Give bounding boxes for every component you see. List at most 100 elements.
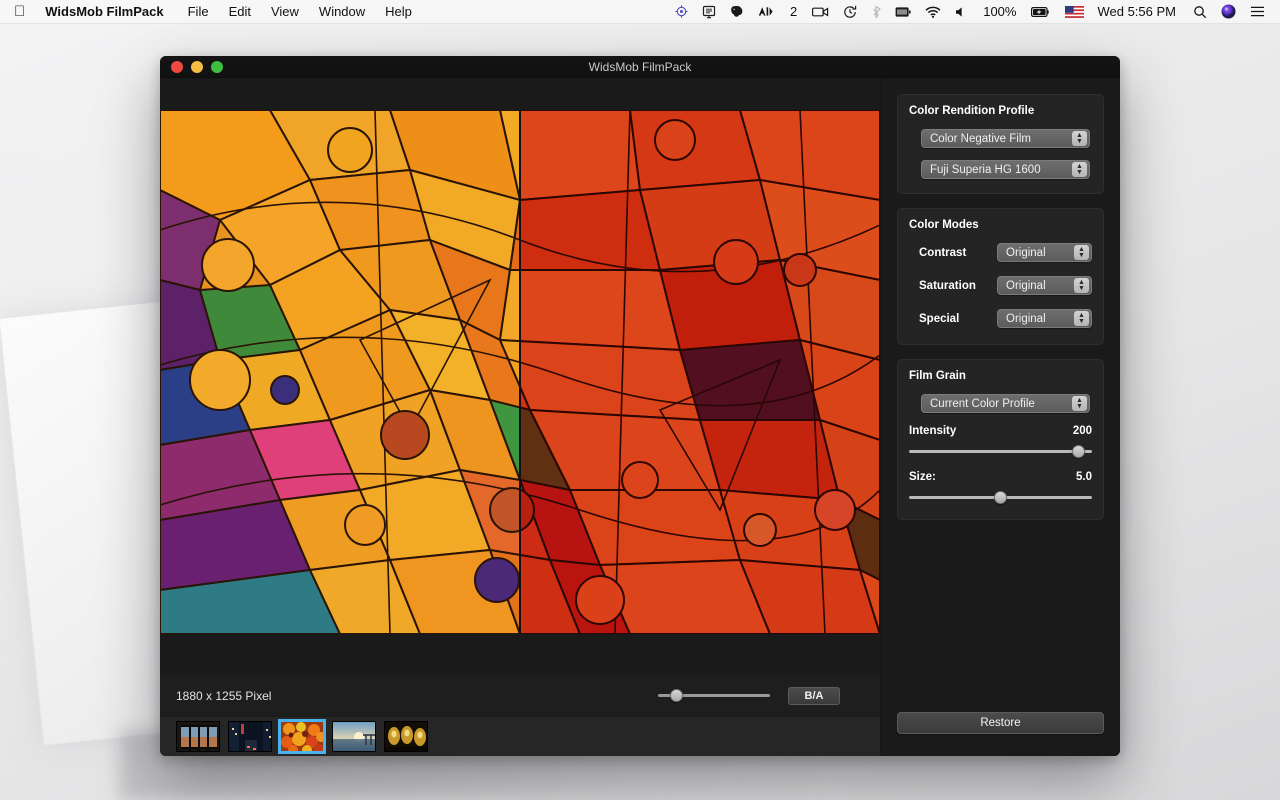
chevron-updown-icon[interactable]: ▲▼ [1074,245,1089,260]
color-modes-panel: Color Modes Contrast Original ▲▼ Saturat… [897,208,1104,345]
chevron-updown-icon[interactable]: ▲▼ [1074,311,1089,326]
intensity-value: 200 [1073,425,1092,437]
intensity-slider-knob[interactable] [1072,445,1085,458]
menu-item-help[interactable]: Help [375,0,422,24]
us-flag-icon[interactable] [1058,0,1091,24]
special-label: Special [909,313,997,325]
restore-button[interactable]: Restore [897,712,1104,734]
desktop:  WidsMob FilmPack File Edit View Window… [0,0,1280,800]
filmstrip [160,716,880,756]
before-after-toggle-button[interactable]: B/A [788,687,840,705]
thumbnail-golden-lanterns[interactable] [384,721,428,752]
film-category-dropdown[interactable]: Color Negative Film ▲▼ [921,129,1090,148]
battery-health-icon[interactable] [888,0,918,24]
minimize-button[interactable] [191,61,203,73]
bluetooth-icon[interactable] [864,0,888,24]
special-dropdown[interactable]: Original ▲▼ [997,309,1092,328]
notification-center-icon[interactable] [1243,0,1272,24]
window-traffic-lights [160,61,223,73]
evernote-elephant-icon[interactable] [723,0,751,24]
evernote-clipper-icon[interactable] [695,0,723,24]
size-value: 5.0 [1076,471,1092,483]
menu-item-file[interactable]: File [178,0,219,24]
special-row: Special Original ▲▼ [909,309,1092,328]
film-grain-title: Film Grain [909,370,1092,382]
intensity-slider[interactable] [909,443,1092,459]
color-rendition-panel: Color Rendition Profile Color Negative F… [897,94,1104,194]
screen-recorder-icon[interactable] [805,0,836,24]
film-profile-value: Fuji Superia HG 1600 [930,164,1041,176]
contrast-row: Contrast Original ▲▼ [909,243,1092,262]
saturation-value: Original [1006,280,1046,292]
apple-logo-icon[interactable]:  [0,0,37,24]
pixel-dimensions-label: 1880 x 1255 Pixel [176,689,271,703]
film-category-value: Color Negative Film [930,133,1031,145]
size-slider-knob[interactable] [994,491,1007,504]
window-body: 1880 x 1255 Pixel B/A [160,78,1120,756]
contrast-label: Contrast [909,247,997,259]
thumbnail-pier-sunset[interactable] [332,721,376,752]
sidebar-spacer [897,534,1104,712]
wifi-icon[interactable] [918,0,948,24]
film-grain-panel: Film Grain Current Color Profile ▲▼ Inte… [897,359,1104,520]
abstract-mosaic-artwork [160,110,520,634]
film-profile-dropdown[interactable]: Fuji Superia HG 1600 ▲▼ [921,160,1090,179]
battery-percent-label: 100% [975,0,1024,24]
special-value: Original [1006,313,1046,325]
menu-bar:  WidsMob FilmPack File Edit View Window… [0,0,1280,24]
menu-bar-left:  WidsMob FilmPack File Edit View Window… [0,0,422,24]
intensity-label: Intensity [909,425,956,437]
airmail-badge: 2 [782,0,805,24]
chevron-updown-icon[interactable]: ▲▼ [1072,396,1087,411]
siri-icon[interactable] [1214,0,1243,24]
zoom-controls: B/A [658,687,864,705]
window-title: WidsMob FilmPack [160,56,1120,78]
menu-item-view[interactable]: View [261,0,309,24]
search-icon[interactable] [1186,0,1214,24]
app-window: WidsMob FilmPack [160,56,1120,756]
grain-profile-dropdown[interactable]: Current Color Profile ▲▼ [921,394,1090,413]
saturation-label: Saturation [909,280,997,292]
menu-clock[interactable]: Wed 5:56 PM [1091,4,1186,19]
chevron-updown-icon[interactable]: ▲▼ [1072,131,1087,146]
contrast-value: Original [1006,247,1046,259]
color-modes-title: Color Modes [909,219,1092,231]
size-row: Size: 5.0 [909,471,1092,483]
battery-charging-icon[interactable] [1024,0,1058,24]
settings-sidebar: Color Rendition Profile Color Negative F… [880,78,1120,756]
image-after [520,110,880,634]
saturation-dropdown[interactable]: Original ▲▼ [997,276,1092,295]
window-titlebar[interactable]: WidsMob FilmPack [160,56,1120,78]
chevron-updown-icon[interactable]: ▲▼ [1072,162,1087,177]
airmail-icon[interactable] [751,0,782,24]
compare-viewer[interactable] [160,110,880,634]
volume-icon[interactable] [948,0,975,24]
image-before [160,110,520,634]
film-tint-color-overlay [520,110,880,634]
contrast-dropdown[interactable]: Original ▲▼ [997,243,1092,262]
menu-app-name[interactable]: WidsMob FilmPack [37,0,177,24]
before-after-divider[interactable] [519,110,521,634]
menu-item-edit[interactable]: Edit [219,0,261,24]
size-label: Size: [909,471,936,483]
saturation-row: Saturation Original ▲▼ [909,276,1092,295]
location-services-icon[interactable] [668,0,695,24]
close-button[interactable] [171,61,183,73]
thumbnail-autumn-abstract[interactable] [280,721,324,752]
thumbnail-window-view[interactable] [176,721,220,752]
chevron-updown-icon[interactable]: ▲▼ [1074,278,1089,293]
thumbnail-city-night[interactable] [228,721,272,752]
zoom-slider-knob[interactable] [670,689,683,702]
menu-item-window[interactable]: Window [309,0,375,24]
intensity-row: Intensity 200 [909,425,1092,437]
color-rendition-title: Color Rendition Profile [909,105,1092,117]
grain-profile-value: Current Color Profile [930,398,1035,410]
zoom-button[interactable] [211,61,223,73]
zoom-slider[interactable] [658,689,770,703]
status-bar: 1880 x 1255 Pixel B/A [160,674,880,716]
size-slider[interactable] [909,489,1092,505]
intensity-slider-track [909,450,1092,453]
editor-column: 1880 x 1255 Pixel B/A [160,78,880,756]
image-canvas[interactable] [160,78,880,674]
time-machine-icon[interactable] [836,0,864,24]
